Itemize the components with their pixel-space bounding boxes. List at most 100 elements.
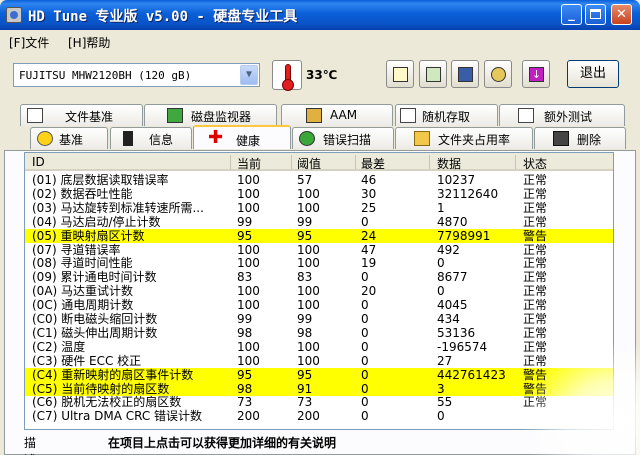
table-row[interactable]: (C4) 重新映射的扇区事件计数 95 95 0 442761423 警告 — [25, 367, 613, 382]
table-row[interactable]: (01) 底层数据读取错误率 100 57 46 10237 正常 — [25, 173, 613, 187]
cell-status: 正常 — [523, 186, 548, 201]
tab-extra-tests[interactable]: 额外测试 — [499, 104, 625, 126]
download-button[interactable]: ↓ — [522, 60, 550, 88]
tab-health[interactable]: ✚ 健康 — [193, 125, 291, 149]
cell-current: 100 — [237, 339, 260, 354]
cell-current: 100 — [237, 353, 260, 368]
table-row[interactable]: (0A) 马达重试计数 100 100 20 0 正常 — [25, 284, 613, 299]
tab-disk-monitor[interactable]: 磁盘监视器 — [144, 104, 277, 126]
column-header-status[interactable]: 状态 — [523, 155, 547, 172]
table-row[interactable]: (C7) Ultra DMA CRC 错误计数 200 200 0 0 — [25, 409, 613, 424]
erase-icon — [553, 131, 569, 146]
cell-status: 正常 — [523, 284, 548, 299]
cell-data: 0 — [437, 409, 445, 424]
menu-bar: [F]文件 [H]帮助 — [0, 30, 640, 52]
tab-file-benchmark[interactable]: 文件基准 — [20, 104, 143, 126]
menu-file[interactable]: [F]文件 — [9, 34, 49, 51]
cell-status: 正常 — [523, 353, 548, 368]
close-button[interactable]: ✕ — [611, 4, 632, 25]
cell-worst: 0 — [361, 298, 369, 313]
tab-erase[interactable]: 删除 — [534, 127, 626, 149]
table-row[interactable]: (05) 重映射扇区计数 95 95 24 7798991 警告 — [25, 228, 613, 243]
cell-data: 0 — [437, 256, 445, 271]
cell-status: 正常 — [523, 325, 548, 340]
cell-current: 99 — [237, 312, 253, 326]
column-header-current[interactable]: 当前 — [237, 155, 261, 172]
table-row[interactable]: (0C) 通电周期计数 100 100 0 4045 正常 — [25, 298, 613, 313]
tab-row-top: 文件基准 磁盘监视器 AAM 随机存取 额外测试 — [0, 104, 640, 126]
tab-info[interactable]: 信息 — [110, 127, 192, 149]
save-icon — [458, 67, 473, 82]
chevron-down-icon[interactable]: ▼ — [240, 65, 258, 85]
health-icon: ✚ — [208, 127, 224, 148]
options-button[interactable] — [484, 60, 512, 88]
cell-status: 正常 — [523, 339, 548, 354]
cell-data: 4045 — [437, 298, 468, 313]
copy-screenshot-button[interactable] — [419, 60, 447, 88]
column-header-worst[interactable]: 最差 — [361, 155, 385, 172]
cell-current: 98 — [237, 381, 253, 396]
cell-id: (0A) 马达重试计数 — [32, 284, 134, 299]
column-header-data[interactable]: 数据 — [437, 155, 461, 172]
cell-worst: 0 — [361, 395, 369, 410]
cell-id: (C7) Ultra DMA CRC 错误计数 — [32, 409, 203, 424]
cell-worst: 19 — [361, 256, 377, 271]
thermometer-icon — [272, 60, 302, 91]
title-bar[interactable]: HD Tune 专业版 v5.00 - 硬盘专业工具 _ ✕ — [0, 0, 640, 30]
tab-folder-usage[interactable]: 文件夹占用率 — [395, 127, 533, 149]
tab-label: 额外测试 — [544, 110, 593, 124]
cell-data: 492 — [437, 242, 460, 257]
column-header-id[interactable]: ID — [32, 155, 45, 169]
cell-id: (09) 累计通电时间计数 — [32, 270, 157, 285]
cell-id: (04) 马达启动/停止计数 — [32, 214, 161, 229]
table-row[interactable]: (03) 马达旋转到标准转速所需... 100 100 25 1 正常 — [25, 201, 613, 215]
cell-status: 正常 — [523, 242, 548, 257]
cell-id: (C5) 当前待映射的扇区数 — [32, 381, 170, 396]
cell-data: 4870 — [437, 214, 468, 229]
exit-button[interactable]: 退出 — [567, 60, 619, 88]
cell-id: (C6) 脱机无法校正的扇区数 — [32, 395, 182, 410]
folder-usage-icon — [414, 131, 430, 146]
table-row[interactable]: (C6) 脱机无法校正的扇区数 73 73 0 55 正常 — [25, 395, 613, 410]
cell-id: (08) 寻道时间性能 — [32, 256, 133, 271]
benchmark-icon — [37, 131, 53, 146]
copy-text-button[interactable] — [386, 60, 414, 88]
cell-data: 8677 — [437, 270, 468, 285]
minimize-button[interactable]: _ — [561, 4, 582, 25]
table-row[interactable]: (C0) 断电磁头缩回计数 99 99 0 434 正常 — [25, 312, 613, 326]
table-row[interactable]: (C5) 当前待映射的扇区数 98 91 0 3 警告 — [25, 381, 613, 396]
table-row[interactable]: (02) 数据吞吐性能 100 100 30 32112640 正常 — [25, 186, 613, 201]
file-benchmark-icon — [27, 108, 43, 123]
table-row[interactable]: (C3) 硬件 ECC 校正 100 100 0 27 正常 — [25, 353, 613, 368]
cell-status: 正常 — [523, 270, 548, 285]
drive-select[interactable]: FUJITSU MHW2120BH (120 gB) ▼ — [13, 63, 260, 87]
smart-attributes-table[interactable]: ID 当前 阈值 最差 数据 状态 (01) 底层数据读取错误率 100 57 46 1… — [24, 152, 614, 430]
cell-current: 100 — [237, 284, 260, 299]
random-access-icon — [400, 108, 416, 123]
column-header-threshold[interactable]: 阈值 — [297, 155, 321, 172]
table-row[interactable]: (08) 寻道时间性能 100 100 19 0 正常 — [25, 256, 613, 271]
table-row[interactable]: (04) 马达启动/停止计数 99 99 0 4870 正常 — [25, 214, 613, 229]
cell-threshold: 91 — [297, 381, 313, 396]
toolbar: FUJITSU MHW2120BH (120 gB) ▼ 33℃ ↓ 退出 — [0, 54, 640, 98]
table-row[interactable]: (C2) 温度 100 100 0 -196574 正常 — [25, 339, 613, 354]
cell-current: 99 — [237, 214, 253, 229]
cell-threshold: 200 — [297, 409, 320, 424]
tab-label: 磁盘监视器 — [191, 110, 252, 124]
description-text: 在项目上点击可以获得更加详细的有关说明 — [108, 436, 337, 450]
tab-error-scan[interactable]: 错误扫描 — [292, 127, 394, 149]
tab-label: 随机存取 — [422, 110, 471, 124]
table-row[interactable]: (07) 寻道错误率 100 100 47 492 正常 — [25, 242, 613, 257]
cell-worst: 24 — [361, 228, 377, 243]
cell-threshold: 73 — [297, 395, 313, 410]
tab-random-access[interactable]: 随机存取 — [395, 104, 498, 126]
save-button[interactable] — [451, 60, 479, 88]
tab-aam[interactable]: AAM — [281, 104, 393, 126]
table-row[interactable]: (09) 累计通电时间计数 83 83 0 8677 正常 — [25, 270, 613, 285]
tab-benchmark[interactable]: 基准 — [30, 127, 108, 149]
menu-help[interactable]: [H]帮助 — [68, 34, 110, 51]
tab-row-bottom: 基准 信息 ✚ 健康 错误扫描 文件夹占用率 删除 — [0, 125, 640, 149]
table-row[interactable]: (C1) 磁头伸出周期计数 98 98 0 53136 正常 — [25, 325, 613, 340]
maximize-button[interactable] — [585, 4, 606, 25]
cell-id: (05) 重映射扇区计数 — [32, 228, 145, 243]
